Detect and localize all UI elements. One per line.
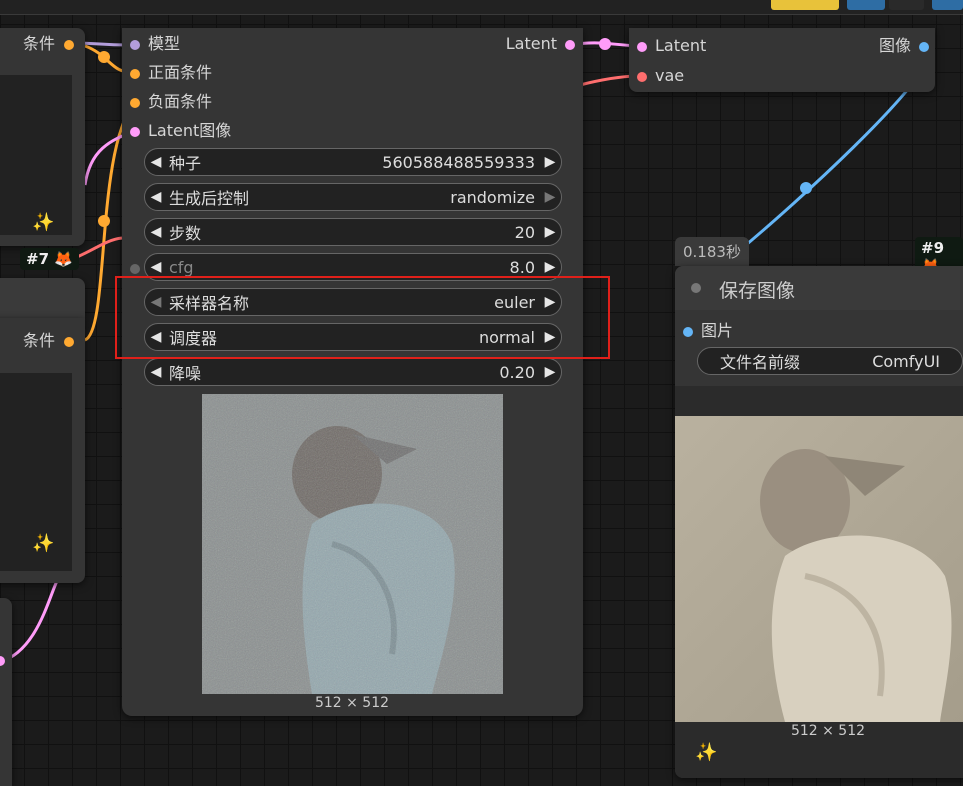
save-image-node[interactable]: 保存图像 图片 文件名前缀 ComfyUI 512 × 512 ✨ xyxy=(675,266,963,778)
widget-value: 0.20 xyxy=(499,362,535,382)
cfg-input-dot[interactable] xyxy=(130,264,140,274)
vae-decode-node[interactable]: Latent vae 图像 xyxy=(629,28,935,92)
model-input-dot[interactable] xyxy=(130,39,140,50)
text-area[interactable] xyxy=(0,75,72,235)
preview-figure xyxy=(202,394,503,694)
top-toolbar xyxy=(0,0,963,15)
input-label: 正面条件 xyxy=(148,63,213,82)
input-latent-image[interactable]: Latent图像 xyxy=(130,121,231,141)
output-label: 图像 xyxy=(878,36,911,55)
latent-input-dot[interactable] xyxy=(0,656,5,666)
widget-label: 文件名前缀 xyxy=(720,353,801,372)
left-node-header[interactable] xyxy=(0,278,85,318)
latent-output-dot[interactable] xyxy=(565,39,575,50)
collapse-dot-icon[interactable] xyxy=(691,283,701,293)
widget-value: ComfyUI xyxy=(872,351,940,371)
increment-arrow-icon[interactable]: ▶ xyxy=(539,189,561,205)
toolbar-button-dark[interactable] xyxy=(889,0,924,10)
output-label: 条件 xyxy=(23,331,56,350)
widget-value: 20 xyxy=(514,222,535,242)
conditioning-input-dot[interactable] xyxy=(130,97,140,108)
widget-label: 种子 xyxy=(169,154,202,173)
image-input-dot[interactable] xyxy=(683,326,693,337)
decrement-arrow-icon[interactable]: ◀ xyxy=(145,259,167,275)
increment-arrow-icon[interactable]: ▶ xyxy=(539,224,561,240)
execution-time-badge: 0.183秒 xyxy=(675,237,749,266)
input-images[interactable]: 图片 xyxy=(683,321,733,341)
widget-value: randomize xyxy=(450,187,535,207)
highlight-box xyxy=(115,276,610,359)
node-title: 保存图像 xyxy=(719,280,796,302)
input-vae[interactable]: vae xyxy=(637,66,684,86)
seed-widget[interactable]: ◀ 种子 560588488559333 ▶ xyxy=(144,148,562,176)
sparkle-icon[interactable]: ✨ xyxy=(695,742,717,763)
input-latent[interactable]: Latent xyxy=(637,36,706,56)
node-title-bar[interactable]: 保存图像 xyxy=(675,266,963,310)
output-image[interactable]: 图像 xyxy=(879,36,929,56)
toolbar-button-blue[interactable] xyxy=(847,0,885,10)
increment-arrow-icon[interactable]: ▶ xyxy=(539,259,561,275)
toolbar-button-blue-2[interactable] xyxy=(932,0,963,10)
latent-input-dot[interactable] xyxy=(637,41,647,52)
control-after-generate-widget[interactable]: ◀ 生成后控制 randomize ▶ xyxy=(144,183,562,211)
decrement-arrow-icon[interactable]: ◀ xyxy=(145,224,167,240)
widget-label: 生成后控制 xyxy=(169,189,250,208)
node-id-badge-7: #7 🦊 xyxy=(20,248,79,270)
conditioning-output-dot[interactable] xyxy=(64,39,75,50)
decrement-arrow-icon[interactable]: ◀ xyxy=(145,364,167,380)
saved-image-preview[interactable] xyxy=(675,416,963,722)
widget-label: 步数 xyxy=(169,224,202,243)
input-label: Latent xyxy=(655,36,707,55)
input-positive[interactable]: 正面条件 xyxy=(130,63,212,83)
output-label: 条件 xyxy=(23,34,56,53)
decrement-arrow-icon[interactable]: ◀ xyxy=(145,154,167,170)
decrement-arrow-icon[interactable]: ◀ xyxy=(145,189,167,205)
left-node-lower[interactable] xyxy=(0,598,12,786)
left-node-bottom[interactable]: 条件 ✨ xyxy=(0,318,85,583)
output-label: Latent xyxy=(505,34,557,53)
output-latent[interactable]: Latent xyxy=(506,34,575,54)
image-output-dot[interactable] xyxy=(919,41,929,52)
input-label: 图片 xyxy=(701,321,734,340)
denoise-widget[interactable]: ◀ 降噪 0.20 ▶ xyxy=(144,358,562,386)
saved-figure xyxy=(675,416,963,722)
widget-label: cfg xyxy=(169,257,194,277)
latent-preview-image xyxy=(202,394,503,694)
latent-input-dot[interactable] xyxy=(130,126,140,137)
steps-widget[interactable]: ◀ 步数 20 ▶ xyxy=(144,218,562,246)
input-negative[interactable]: 负面条件 xyxy=(130,92,212,112)
widget-value: 560588488559333 xyxy=(382,152,535,172)
ksampler-node[interactable]: 模型 正面条件 负面条件 Latent图像 Latent ◀ 种子 560588… xyxy=(122,28,583,716)
vae-input-dot[interactable] xyxy=(637,71,647,82)
sparkle-icon[interactable]: ✨ xyxy=(32,533,54,554)
preview-size-caption: 512 × 512 xyxy=(314,695,390,711)
conditioning-output-dot[interactable] xyxy=(64,336,75,347)
left-node-top[interactable]: 条件 ✨ xyxy=(0,28,85,246)
widget-value: 8.0 xyxy=(509,257,535,277)
conditioning-input-dot[interactable] xyxy=(130,68,140,79)
filename-prefix-widget[interactable]: 文件名前缀 ComfyUI xyxy=(697,347,963,375)
toolbar-button-yellow[interactable] xyxy=(771,0,839,10)
input-model[interactable]: 模型 xyxy=(130,34,180,54)
increment-arrow-icon[interactable]: ▶ xyxy=(539,154,561,170)
sparkle-icon[interactable]: ✨ xyxy=(32,212,54,233)
input-label: Latent图像 xyxy=(148,121,232,140)
input-label: 模型 xyxy=(148,34,181,53)
preview-size-caption: 512 × 512 xyxy=(790,723,866,739)
increment-arrow-icon[interactable]: ▶ xyxy=(539,364,561,380)
input-label: vae xyxy=(655,66,685,85)
input-label: 负面条件 xyxy=(148,92,213,111)
widget-label: 降噪 xyxy=(169,364,202,383)
